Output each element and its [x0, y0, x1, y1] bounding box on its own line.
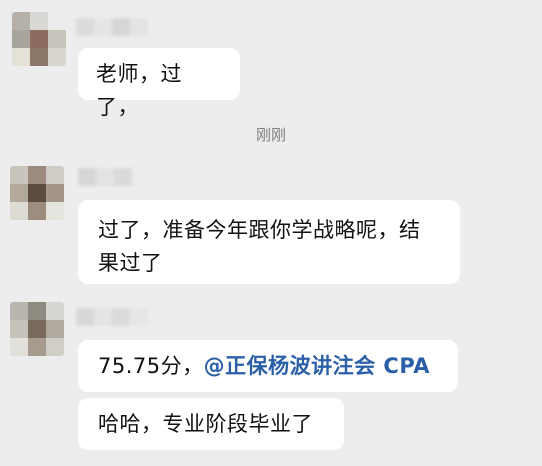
message-2-text: 过了，准备今年跟你学战略呢，结果过了	[98, 218, 421, 275]
sender-1-name-blur	[76, 18, 148, 36]
timestamp: 刚刚	[255, 126, 286, 144]
message-3-score: 75.75分，	[98, 354, 204, 378]
message-1-text: 老师，过了，	[96, 62, 182, 119]
sender-2-avatar-icon[interactable]	[10, 166, 64, 220]
sender-3-name-blur	[76, 308, 148, 326]
message-3[interactable]: 75.75分，@正保杨波讲注会 CPA	[78, 340, 458, 392]
message-4-text: 哈哈，专业阶段毕业了	[98, 412, 313, 436]
mention-link[interactable]: @正保杨波讲注会 CPA	[204, 354, 430, 378]
message-1[interactable]: 老师，过了，	[78, 48, 240, 119]
sender-3-avatar-icon[interactable]	[10, 302, 64, 356]
message-4[interactable]: 哈哈，专业阶段毕业了	[78, 398, 344, 450]
sender-2-name-blur	[78, 168, 132, 186]
message-2[interactable]: 过了，准备今年跟你学战略呢，结果过了	[78, 200, 460, 284]
sender-1-avatar-icon[interactable]	[12, 12, 66, 66]
